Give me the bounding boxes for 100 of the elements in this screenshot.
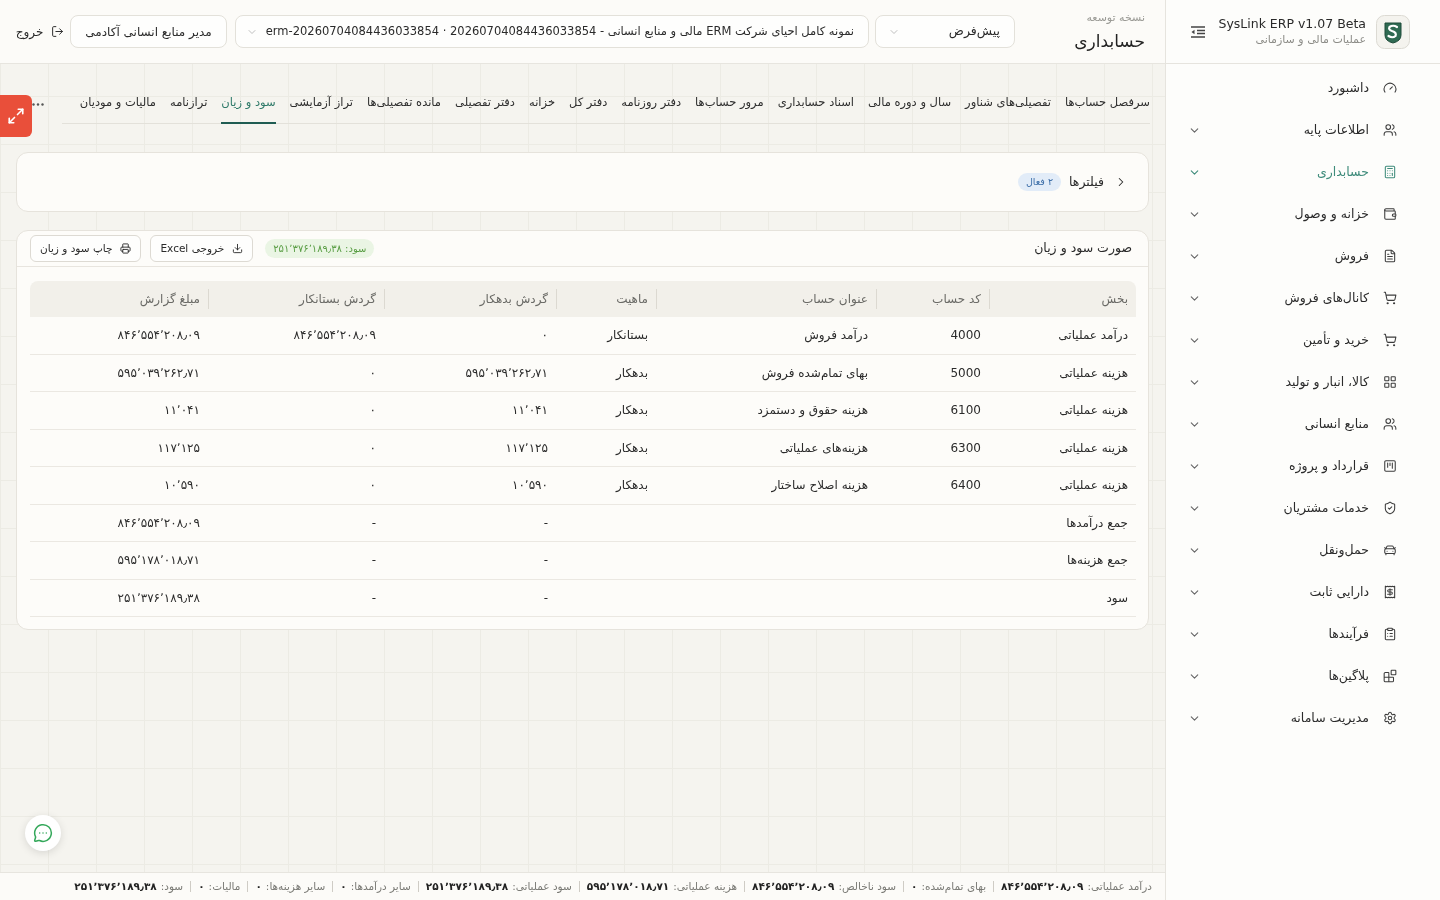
sidebar-item[interactable]: خزانه و وصول xyxy=(1166,193,1440,235)
table-cell: - xyxy=(371,515,376,530)
tab[interactable]: ترازنامه xyxy=(170,84,208,124)
tab[interactable]: مرور حساب‌ها xyxy=(695,84,764,124)
table-cell: - xyxy=(371,590,376,605)
tab[interactable]: تفصیلی‌های شناور xyxy=(965,84,1051,124)
role-button[interactable]: مدیر منابع انسانی آکادمی xyxy=(70,15,227,48)
table-cell: ۱۱٬۰۴۱ xyxy=(511,403,548,418)
car-icon xyxy=(1383,543,1397,557)
users-icon xyxy=(1383,417,1397,431)
export-button[interactable]: خروجی Excel xyxy=(150,235,254,262)
tab[interactable]: دفتر روزنامه xyxy=(621,84,682,124)
status-value: ۸۴۶٬۵۵۴٬۲۰۸٫۰۹ xyxy=(752,878,835,894)
tab[interactable]: دفتر کل xyxy=(569,84,608,124)
filters-toggle[interactable]: فیلترها xyxy=(1069,172,1128,192)
sidebar-item[interactable]: پلاگین‌ها xyxy=(1166,655,1440,697)
table-cell: هزینه حقوق و دستمزد xyxy=(757,403,868,418)
status-value: ۰ xyxy=(198,878,205,894)
sidebar-item[interactable]: فروش xyxy=(1166,235,1440,277)
status-value: ۵۹۵٬۱۷۸٬۰۱۸٫۷۱ xyxy=(586,878,670,894)
table-cell: - xyxy=(371,553,376,568)
table-cell: ۱۱٬۰۴۱ xyxy=(163,403,200,418)
table-cell: بهای تمام‌شده فروش xyxy=(761,365,868,380)
table-cell: ۵۹۵٬۰۳۹٬۲۶۲٫۷۱ xyxy=(465,365,548,380)
kanban-icon xyxy=(1383,459,1397,473)
menu-icon[interactable] xyxy=(1191,25,1205,38)
table-cell: بدهکار xyxy=(615,403,648,418)
table-cell: هزینه اصلاح ساختار xyxy=(771,478,868,493)
app-subtitle: عملیات مالی و سازمانی xyxy=(1255,31,1366,48)
column-header: کد حساب xyxy=(876,281,989,317)
sidebar-item[interactable]: مدیریت سامانه xyxy=(1166,697,1440,739)
table-cell: ۰ xyxy=(369,478,376,493)
column-header: ماهیت xyxy=(556,281,656,317)
profile-select[interactable]: پیش‌فرض xyxy=(875,15,1015,48)
status-value: ۲۵۱٬۳۷۶٬۱۸۹٫۳۸ xyxy=(425,878,509,894)
status-label: بهای تمام‌شده: xyxy=(921,878,987,895)
active-filters-badge: ۲ فعال xyxy=(1017,173,1062,191)
table-cell: ۰ xyxy=(369,365,376,380)
tab[interactable]: سال و دوره مالی xyxy=(868,84,952,124)
tab[interactable]: مالیات و مودیان xyxy=(79,84,156,124)
download-icon xyxy=(232,243,244,254)
status-label: سایر هزینه‌ها: xyxy=(265,878,326,895)
report-title: صورت سود و زیان xyxy=(1034,239,1132,258)
sidebar-item[interactable]: فرآیندها xyxy=(1166,613,1440,655)
tab[interactable]: سود و زیان xyxy=(221,84,276,124)
profit-badge: سود: ۲۵۱٬۳۷۶٬۱۸۹٫۳۸ xyxy=(265,239,375,258)
column-header: گردش بستانکار xyxy=(208,281,384,317)
sidebar-item[interactable]: کالا، انبار و تولید xyxy=(1166,361,1440,403)
company-select[interactable]: نمونه کامل احیای شرکت ERM مالی و منابع انسانی - 20260704084436033854 · erm-20260704084436033854 xyxy=(234,15,869,48)
shield-check-icon xyxy=(1383,501,1397,515)
tab[interactable]: مانده تفصیلی‌ها xyxy=(367,84,442,124)
status-label: هزینه عملیاتی: xyxy=(673,878,737,895)
table-cell: ۵۹۵٬۰۳۹٬۲۶۲٫۷۱ xyxy=(117,365,200,380)
table-cell: ۸۴۶٬۵۵۴٬۲۰۸٫۰۹ xyxy=(117,515,200,530)
more-icon[interactable] xyxy=(32,102,44,106)
column-header: بخش xyxy=(989,281,1136,317)
status-label: درآمد عملیاتی: xyxy=(1087,878,1152,895)
status-label: مالیات: xyxy=(208,878,241,894)
grid-icon xyxy=(1383,375,1397,389)
tab[interactable]: اسناد حسابداری xyxy=(777,84,855,124)
tab[interactable]: دفتر تفصیلی xyxy=(455,84,515,124)
print-button[interactable]: چاپ سود و زیان xyxy=(30,235,142,262)
sidebar-item[interactable]: منابع انسانی xyxy=(1166,403,1440,445)
tab[interactable]: سرفصل حساب‌ها xyxy=(1064,84,1150,124)
table-cell: - xyxy=(543,553,548,568)
sidebar-item[interactable]: قرارداد و پروژه xyxy=(1166,445,1440,487)
document-icon xyxy=(1383,249,1397,263)
table-cell: ۲۵۱٬۳۷۶٬۱۸۹٫۳۸ xyxy=(117,590,200,605)
expand-icon xyxy=(7,107,25,125)
sidebar-item[interactable]: حسابداری xyxy=(1166,151,1440,193)
chat-button[interactable] xyxy=(25,815,61,851)
wallet-icon xyxy=(1383,207,1397,221)
table-cell: بدهکار xyxy=(615,365,648,380)
table-cell: جمع درآمدها xyxy=(1066,515,1128,530)
status-value: ۲۵۱٬۳۷۶٬۱۸۹٫۳۸ xyxy=(74,878,157,894)
sidebar-item[interactable]: کانال‌های فروش xyxy=(1166,277,1440,319)
logout-button[interactable]: خروج xyxy=(15,22,65,41)
tab[interactable]: تراز آزمایشی xyxy=(289,84,354,124)
sidebar-item[interactable]: داشبورد xyxy=(1166,67,1440,109)
status-value: ۸۴۶٬۵۵۴٬۲۰۸٫۰۹ xyxy=(1001,878,1084,894)
gauge-icon xyxy=(1383,81,1397,95)
sidebar-item[interactable]: حمل‌ونقل xyxy=(1166,529,1440,571)
page-eyebrow: نسخه توسعه xyxy=(1086,9,1145,26)
tab[interactable]: خزانه xyxy=(529,84,555,124)
sidebar-item[interactable]: دارایی ثابت xyxy=(1166,571,1440,613)
expand-button[interactable] xyxy=(0,95,32,137)
status-label: سود: xyxy=(160,878,184,895)
printer-icon xyxy=(120,243,132,254)
table-cell: هزینه عملیاتی xyxy=(1059,365,1128,380)
page-title: حسابداری xyxy=(1074,29,1145,53)
table-cell: ۵۹۵٬۱۷۸٬۰۱۸٫۷۱ xyxy=(117,553,200,568)
cart-icon xyxy=(1383,333,1397,347)
sidebar-item[interactable]: خدمات مشتریان xyxy=(1166,487,1440,529)
sidebar-item[interactable]: خرید و تأمین xyxy=(1166,319,1440,361)
table-cell: ۸۴۶٬۵۵۴٬۲۰۸٫۰۹ xyxy=(293,328,376,343)
app-name: SysLink ERP v1.07 Beta xyxy=(1218,15,1366,32)
table-cell: ۰ xyxy=(369,440,376,455)
table-cell: هزینه عملیاتی xyxy=(1059,440,1128,455)
table-cell: - xyxy=(543,590,548,605)
sidebar-item[interactable]: اطلاعات پایه xyxy=(1166,109,1440,151)
